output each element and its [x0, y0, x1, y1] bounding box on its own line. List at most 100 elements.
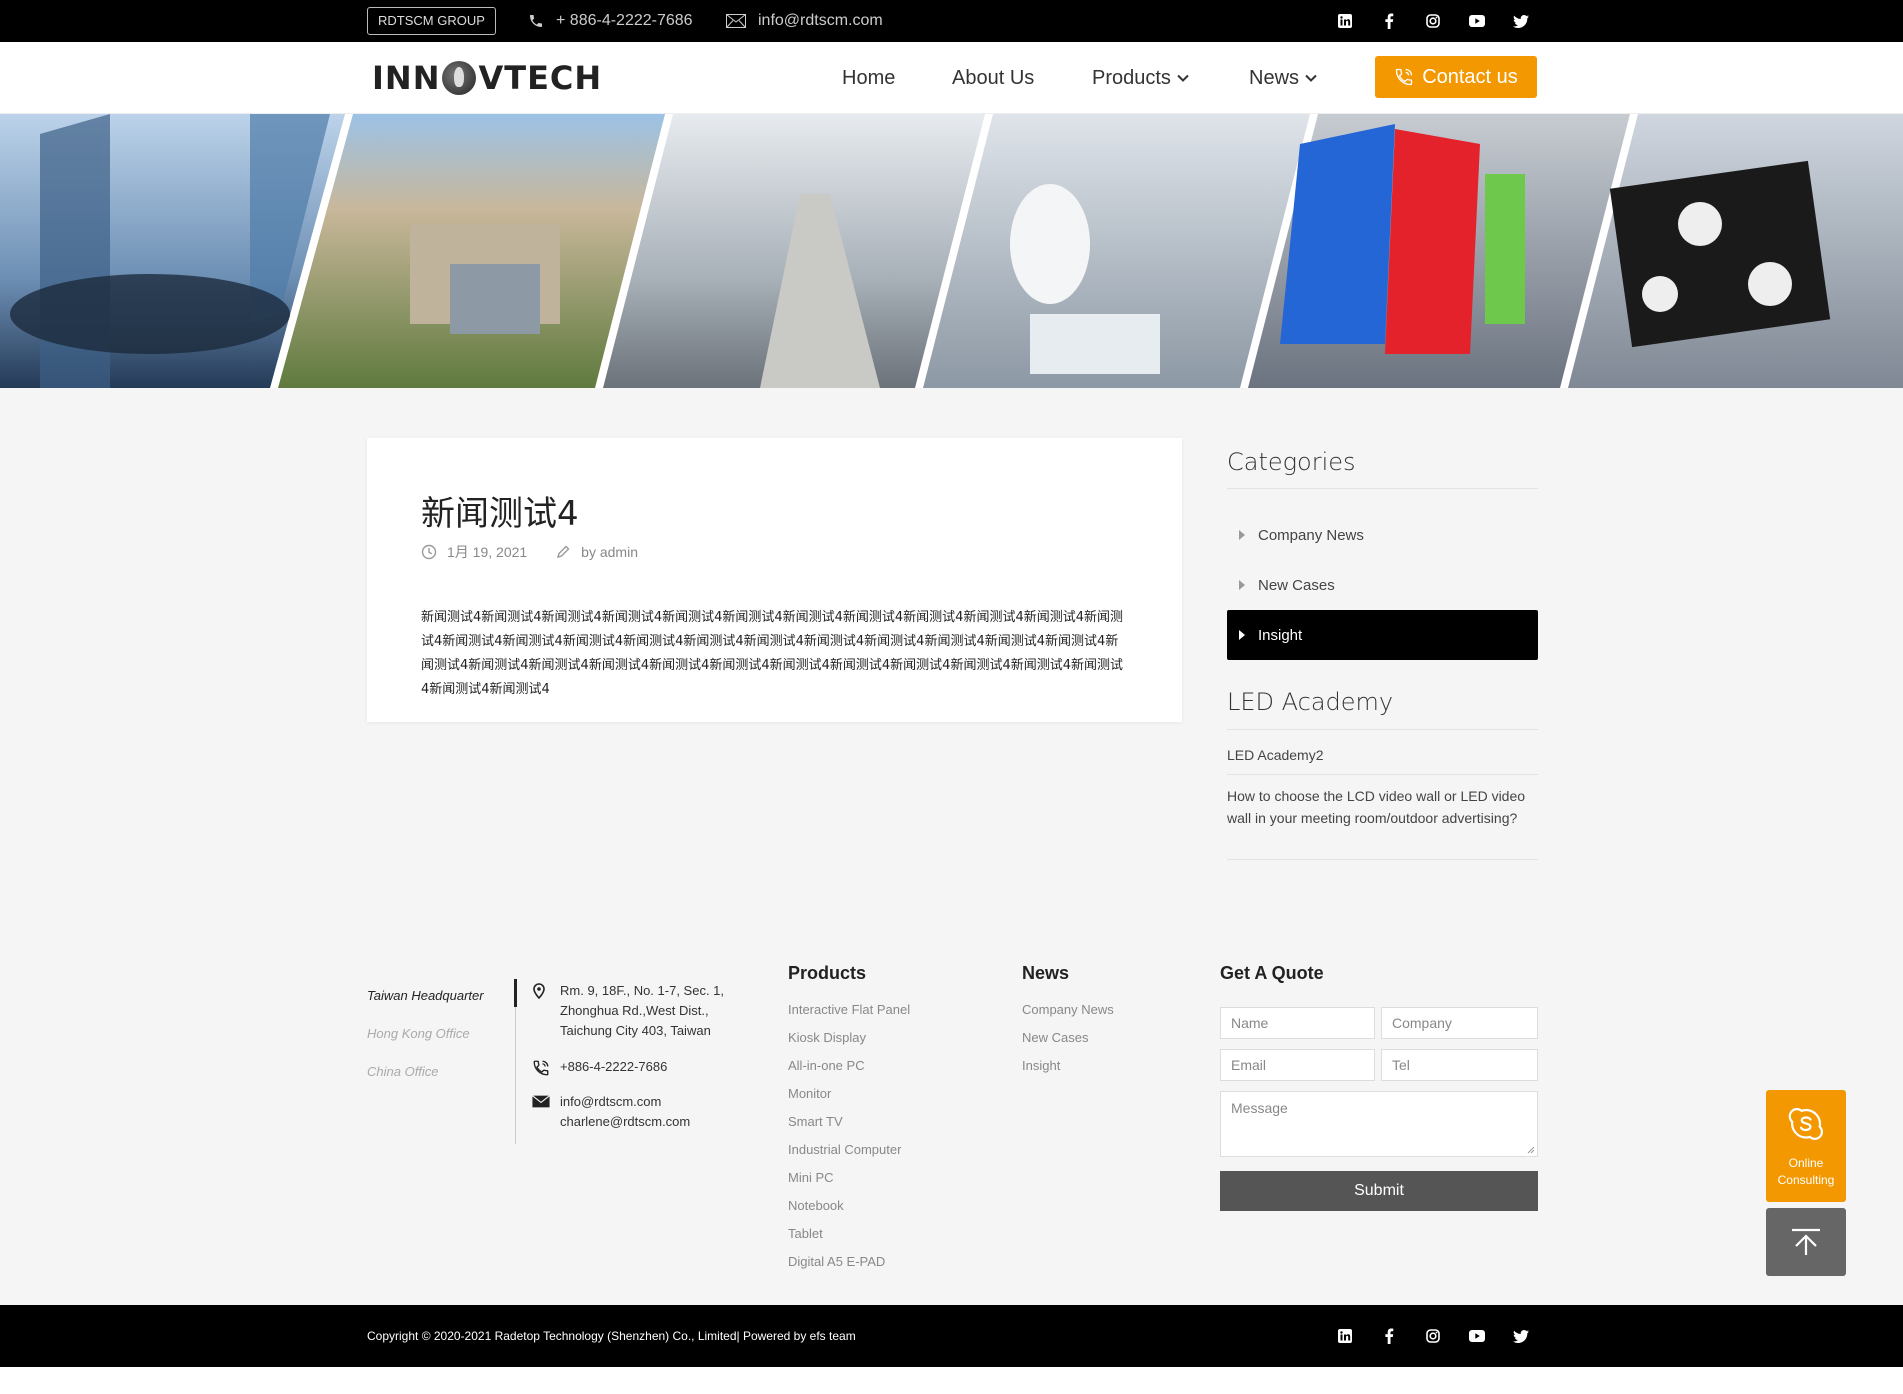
copyright-text: Copyright © 2020-2021 Radetop Technology… [367, 1329, 856, 1343]
skype-icon [1788, 1108, 1823, 1140]
back-to-top-button[interactable] [1766, 1208, 1846, 1276]
quote-message-placeholder: Message [1231, 1100, 1288, 1116]
chevron-down-icon [1177, 74, 1189, 82]
phone-icon [530, 15, 542, 27]
caret-right-icon [1239, 530, 1245, 540]
nav-products[interactable]: Products [1092, 42, 1189, 114]
office-tab-china[interactable]: China Office [367, 1064, 439, 1079]
quote-tel-input[interactable]: Tel [1381, 1049, 1538, 1081]
nav-news[interactable]: News [1249, 42, 1317, 114]
footer-product-link[interactable]: Interactive Flat Panel [788, 1002, 910, 1017]
nav-about-us[interactable]: About Us [952, 42, 1034, 114]
quote-message-textarea[interactable]: Message [1220, 1091, 1538, 1157]
site-logo[interactable]: INN VTECH [372, 56, 602, 100]
clock-icon [421, 544, 437, 560]
contact-us-label: Contact us [1422, 65, 1518, 88]
facebook-icon[interactable] [1381, 13, 1397, 29]
academy-item[interactable]: LED Academy2 [1227, 744, 1538, 766]
led-academy-title: LED Academy [1227, 688, 1394, 716]
resize-handle-icon[interactable] [1527, 1146, 1535, 1154]
footer-address-text: Rm. 9, 18F., No. 1-7, Sec. 1, Zhonghua R… [560, 983, 725, 1038]
nav-products-label: Products [1092, 66, 1171, 89]
online-consulting-line2: Consulting [1777, 1173, 1835, 1187]
footer-product-link[interactable]: Digital A5 E-PAD [788, 1254, 885, 1269]
nav-about-us-label: About Us [952, 66, 1035, 89]
bottom-social-links [1337, 1328, 1529, 1344]
top-email[interactable]: info@rdtscm.com [726, 0, 883, 42]
pencil-icon [557, 545, 570, 559]
twitter-icon[interactable] [1513, 1328, 1529, 1344]
article-meta: 1月 19, 2021 by admin [421, 542, 666, 562]
nav-home-label: Home [842, 66, 896, 89]
chevron-down-icon [1305, 74, 1317, 82]
nav-home[interactable]: Home [842, 42, 895, 114]
linkedin-icon[interactable] [1337, 1328, 1353, 1344]
globe-logo-icon [442, 61, 477, 95]
footer-product-link[interactable]: Smart TV [788, 1114, 843, 1129]
site-footer: Taiwan Headquarter Hong Kong Office Chin… [0, 911, 1903, 1305]
quote-email-input[interactable]: Email [1220, 1049, 1375, 1081]
footer-product-link[interactable]: Kiosk Display [788, 1030, 866, 1045]
footer-products-title: Products [788, 963, 867, 983]
category-label: Company News [1258, 526, 1364, 544]
group-badge[interactable]: RDTSCM GROUP [367, 7, 496, 35]
nav-news-label: News [1249, 66, 1300, 89]
footer-product-link[interactable]: Monitor [788, 1086, 831, 1101]
footer-product-link[interactable]: Tablet [788, 1226, 823, 1241]
mail-icon [532, 1095, 550, 1108]
category-company-news[interactable]: Company News [1227, 510, 1538, 560]
footer-phone[interactable]: +886-4-2222-7686 [532, 1057, 667, 1083]
instagram-icon[interactable] [1425, 13, 1441, 29]
footer-product-link[interactable]: Mini PC [788, 1170, 834, 1185]
footer-email-info[interactable]: info@rdtscm.com [560, 1092, 690, 1112]
top-social-links [1337, 13, 1529, 29]
category-insight[interactable]: Insight [1227, 610, 1538, 660]
facebook-icon[interactable] [1381, 1328, 1397, 1344]
article-author-text: by admin [581, 544, 638, 560]
article-author: by admin [555, 544, 638, 560]
footer-news-title: News [1022, 963, 1070, 983]
article-title: 新闻测试4 [421, 494, 579, 534]
divider [1227, 859, 1538, 860]
office-tab-hong-kong[interactable]: Hong Kong Office [367, 1026, 470, 1041]
quote-company-input[interactable]: Company [1381, 1007, 1538, 1039]
contact-us-button[interactable]: Contact us [1375, 56, 1537, 98]
top-email-text: info@rdtscm.com [758, 12, 883, 29]
quote-name-input[interactable]: Name [1220, 1007, 1375, 1039]
online-consulting-button[interactable]: Online Consulting [1766, 1090, 1846, 1202]
youtube-icon[interactable] [1469, 1328, 1485, 1344]
category-label: New Cases [1258, 576, 1335, 594]
article-card: 新闻测试4 1月 19, 2021 by admin 新闻测试4新闻测试4新闻测… [367, 438, 1182, 722]
top-phone-text: + 886-4-2222-7686 [556, 12, 693, 29]
top-bar: RDTSCM GROUP + 886-4-2222-7686 info@rdts… [0, 0, 1903, 42]
footer-email-charlene[interactable]: charlene@rdtscm.com [560, 1112, 690, 1132]
category-label: Insight [1258, 626, 1303, 644]
academy-item[interactable]: How to choose the LCD video wall or LED … [1227, 785, 1538, 829]
youtube-icon[interactable] [1469, 13, 1485, 29]
caret-right-icon [1239, 630, 1245, 640]
divider [1227, 774, 1538, 775]
footer-product-link[interactable]: Notebook [788, 1198, 844, 1213]
footer-news-link[interactable]: New Cases [1022, 1030, 1088, 1045]
divider [1227, 729, 1538, 730]
hero-banner [0, 114, 1903, 388]
office-tab-taiwan[interactable]: Taiwan Headquarter [367, 988, 484, 1003]
instagram-icon[interactable] [1425, 1328, 1441, 1344]
logo-text-right: VTECH [478, 59, 603, 97]
top-phone[interactable]: + 886-4-2222-7686 [528, 0, 693, 42]
phone-ring-icon [1396, 68, 1413, 86]
site-header: INN VTECH Home About Us Products News Co… [0, 42, 1903, 114]
footer-news-link[interactable]: Company News [1022, 1002, 1114, 1017]
quote-submit-button[interactable]: Submit [1220, 1171, 1538, 1211]
arrow-up-icon [1792, 1228, 1820, 1255]
divider [1227, 488, 1538, 489]
footer-product-link[interactable]: Industrial Computer [788, 1142, 901, 1157]
linkedin-icon[interactable] [1337, 13, 1353, 29]
category-new-cases[interactable]: New Cases [1227, 560, 1538, 610]
footer-news-link[interactable]: Insight [1022, 1058, 1060, 1073]
mail-icon [726, 14, 746, 28]
article-body: 新闻测试4新闻测试4新闻测试4新闻测试4新闻测试4新闻测试4新闻测试4新闻测试4… [421, 610, 1123, 697]
footer-product-link[interactable]: All-in-one PC [788, 1058, 865, 1073]
article-date-text: 1月 19, 2021 [447, 544, 528, 560]
twitter-icon[interactable] [1513, 13, 1529, 29]
